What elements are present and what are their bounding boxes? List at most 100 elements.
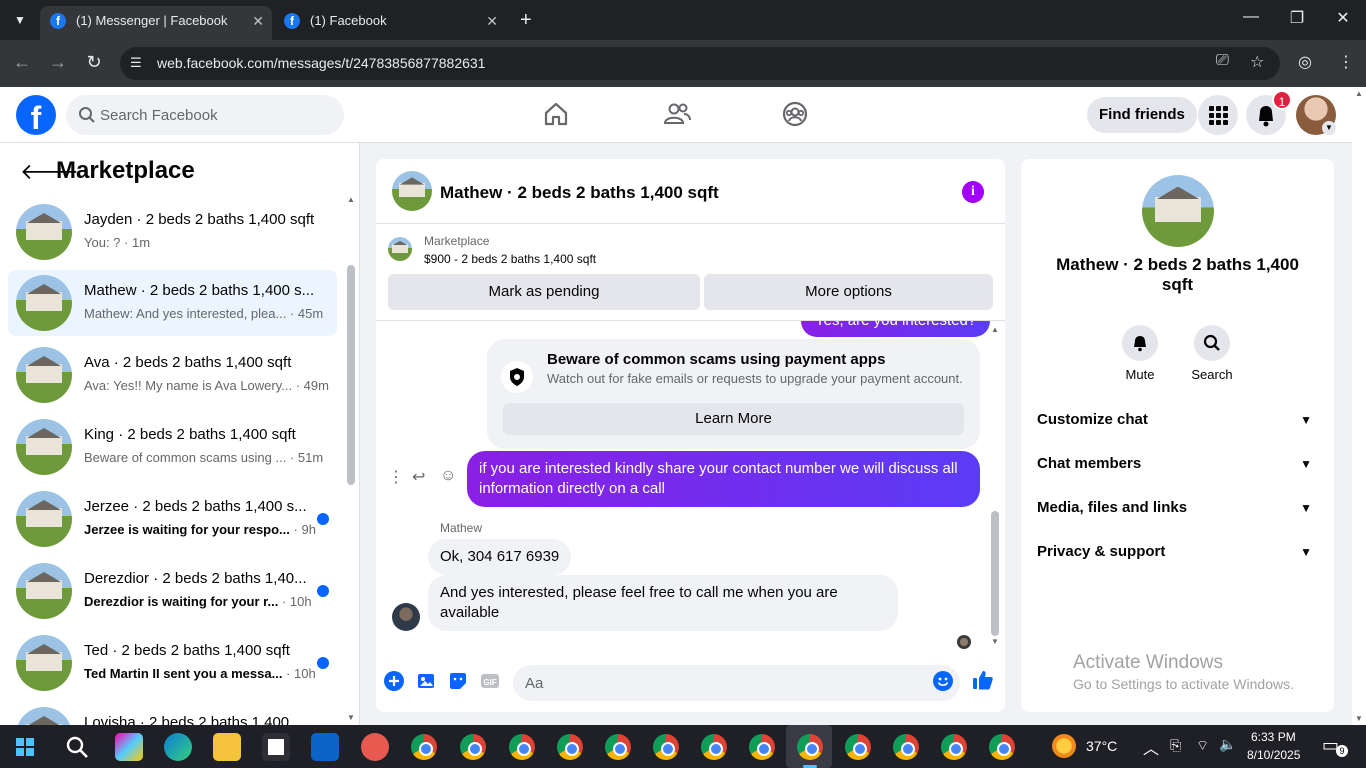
site-info-icon[interactable]: ☰ xyxy=(130,55,142,71)
address-bar[interactable]: ☰ web.facebook.com/messages/t/2478385687… xyxy=(120,47,1280,80)
chat-listing-thumbnail[interactable] xyxy=(392,171,432,211)
tab-facebook[interactable]: f (1) Facebook ✕ xyxy=(274,6,506,40)
tab-messenger[interactable]: f (1) Messenger | Facebook ✕ xyxy=(40,6,272,40)
like-thumb-icon[interactable] xyxy=(972,669,994,691)
learn-more-button[interactable]: Learn More xyxy=(503,403,964,435)
scroll-down-arrow-icon[interactable]: ▼ xyxy=(991,637,999,646)
scroll-down-arrow-icon[interactable]: ▼ xyxy=(347,713,355,722)
edge-icon[interactable] xyxy=(164,733,192,761)
chevron-up-icon[interactable]: ︿ xyxy=(1143,735,1159,759)
page-scrollbar[interactable]: ▲ ▼ xyxy=(1352,87,1366,725)
new-tab-button[interactable]: + xyxy=(520,6,532,34)
meet-now-icon[interactable]: ⎘ xyxy=(1170,737,1181,754)
weather-temperature[interactable]: 37°C xyxy=(1086,738,1117,754)
conversation-item-selected[interactable]: Mathew · 2 beds 2 baths 1,400 s... Mathe… xyxy=(8,270,337,336)
facebook-logo-icon[interactable]: f xyxy=(16,95,56,136)
chrome-icon-active[interactable] xyxy=(797,734,823,760)
react-emoji-icon[interactable]: ☺ xyxy=(440,467,456,485)
message-input[interactable] xyxy=(513,665,960,701)
search-icon[interactable] xyxy=(65,735,89,759)
minimize-icon[interactable]: — xyxy=(1236,8,1266,26)
scam-warning-text: Watch out for fake emails or requests to… xyxy=(547,371,963,386)
scroll-up-arrow-icon[interactable]: ▲ xyxy=(991,325,999,334)
more-actions-icon[interactable]: ⋮ xyxy=(388,467,404,487)
conversation-item[interactable]: Ava · 2 beds 2 baths 1,400 sqft Ava: Yes… xyxy=(8,342,337,408)
copilot-icon[interactable] xyxy=(115,733,143,761)
conversation-item[interactable]: Jayden · 2 beds 2 baths 1,400 sqft You: … xyxy=(8,199,337,265)
listing-price[interactable]: $900 - 2 beds 2 baths 1,400 sqft xyxy=(424,252,596,266)
search-box[interactable] xyxy=(66,95,344,135)
chrome-icon[interactable] xyxy=(989,734,1015,760)
close-tab-icon[interactable]: ✕ xyxy=(252,6,264,36)
groups-icon[interactable] xyxy=(782,101,808,127)
scroll-up-arrow-icon[interactable]: ▲ xyxy=(1352,89,1366,98)
chrome-icon[interactable] xyxy=(509,734,535,760)
menu-dots-icon[interactable]: ⋮ xyxy=(1338,52,1354,72)
scroll-up-arrow-icon[interactable]: ▲ xyxy=(347,195,355,204)
conversation-item[interactable]: Ted · 2 beds 2 baths 1,400 sqft Ted Mart… xyxy=(8,630,337,696)
chrome-icon[interactable] xyxy=(557,734,583,760)
more-options-button[interactable]: More options xyxy=(704,274,993,310)
scroll-down-arrow-icon[interactable]: ▼ xyxy=(1352,714,1366,723)
mark-pending-button[interactable]: Mark as pending xyxy=(388,274,700,310)
details-listing-thumbnail[interactable] xyxy=(1142,175,1214,247)
conversation-item[interactable]: Lovisha · 2 beds 2 baths 1,400 xyxy=(8,702,337,725)
tab-search-icon[interactable]: ▼ xyxy=(8,8,32,32)
find-friends-button[interactable]: Find friends xyxy=(1087,97,1197,133)
clock-date[interactable]: 8/10/2025 xyxy=(1247,748,1300,762)
menu-grid-button[interactable] xyxy=(1198,95,1238,135)
chrome-icon[interactable] xyxy=(701,734,727,760)
customize-chat-section[interactable]: Customize chat ▼ xyxy=(1037,400,1320,440)
friends-icon[interactable] xyxy=(663,101,691,127)
plus-icon[interactable] xyxy=(384,671,404,691)
restore-icon[interactable]: ❐ xyxy=(1282,8,1312,28)
reload-icon[interactable]: ↻ xyxy=(82,52,106,73)
bookmark-star-icon[interactable]: ☆ xyxy=(1250,52,1264,72)
close-window-icon[interactable]: ✕ xyxy=(1328,8,1358,28)
weather-icon[interactable] xyxy=(1052,734,1076,758)
conversation-item[interactable]: Jerzee · 2 beds 2 baths 1,400 s... Jerze… xyxy=(8,486,337,552)
search-input[interactable] xyxy=(100,95,330,135)
profile-icon[interactable]: ◎ xyxy=(1298,52,1312,72)
wifi-icon[interactable]: ⌔ xyxy=(1196,737,1209,755)
windows-start-icon[interactable] xyxy=(16,738,34,756)
mute-button[interactable]: Mute xyxy=(1110,325,1170,382)
search-conversation-button[interactable]: Search xyxy=(1182,325,1242,382)
chrome-icon[interactable] xyxy=(605,734,631,760)
close-tab-icon[interactable]: ✕ xyxy=(486,6,498,36)
sender-avatar[interactable] xyxy=(392,603,420,631)
chrome-icon[interactable] xyxy=(653,734,679,760)
volume-icon[interactable]: 🔈 xyxy=(1219,736,1236,753)
media-files-links-section[interactable]: Media, files and links ▼ xyxy=(1037,488,1320,528)
paint-icon[interactable] xyxy=(361,733,389,761)
install-app-icon[interactable]: ⎚ xyxy=(1216,52,1229,70)
sidebar-scrollbar[interactable] xyxy=(347,265,355,485)
url-text[interactable]: web.facebook.com/messages/t/247838568778… xyxy=(157,55,485,71)
chrome-icon[interactable] xyxy=(749,734,775,760)
chrome-icon[interactable] xyxy=(460,734,486,760)
home-icon[interactable] xyxy=(543,101,569,127)
chevron-down-icon[interactable]: ▼ xyxy=(1322,121,1336,135)
sticker-icon[interactable] xyxy=(448,671,468,691)
messages-scrollbar[interactable] xyxy=(991,511,999,636)
privacy-support-section[interactable]: Privacy & support ▼ xyxy=(1037,532,1320,572)
back-icon[interactable]: ← xyxy=(10,52,34,73)
emoji-icon[interactable] xyxy=(933,671,953,691)
photo-icon[interactable] xyxy=(416,671,436,691)
conversation-item[interactable]: Derezdior · 2 beds 2 baths 1,40... Derez… xyxy=(8,558,337,624)
outlook-icon[interactable] xyxy=(311,733,339,761)
chat-title[interactable]: Mathew · 2 beds 2 baths 1,400 sqft xyxy=(440,183,719,203)
gif-icon[interactable]: GIF xyxy=(480,671,500,691)
chrome-icon[interactable] xyxy=(411,734,437,760)
chrome-icon[interactable] xyxy=(941,734,967,760)
store-icon[interactable] xyxy=(262,733,290,761)
chat-members-section[interactable]: Chat members ▼ xyxy=(1037,444,1320,484)
reply-icon[interactable]: ↩ xyxy=(412,467,425,487)
conversation-item[interactable]: King · 2 beds 2 baths 1,400 sqft Beware … xyxy=(8,414,337,480)
chrome-icon[interactable] xyxy=(893,734,919,760)
chrome-icon[interactable] xyxy=(845,734,871,760)
file-explorer-icon[interactable] xyxy=(213,733,241,761)
clock-time[interactable]: 6:33 PM xyxy=(1251,730,1296,744)
forward-icon[interactable]: → xyxy=(46,52,70,73)
info-icon[interactable]: i xyxy=(962,181,984,203)
